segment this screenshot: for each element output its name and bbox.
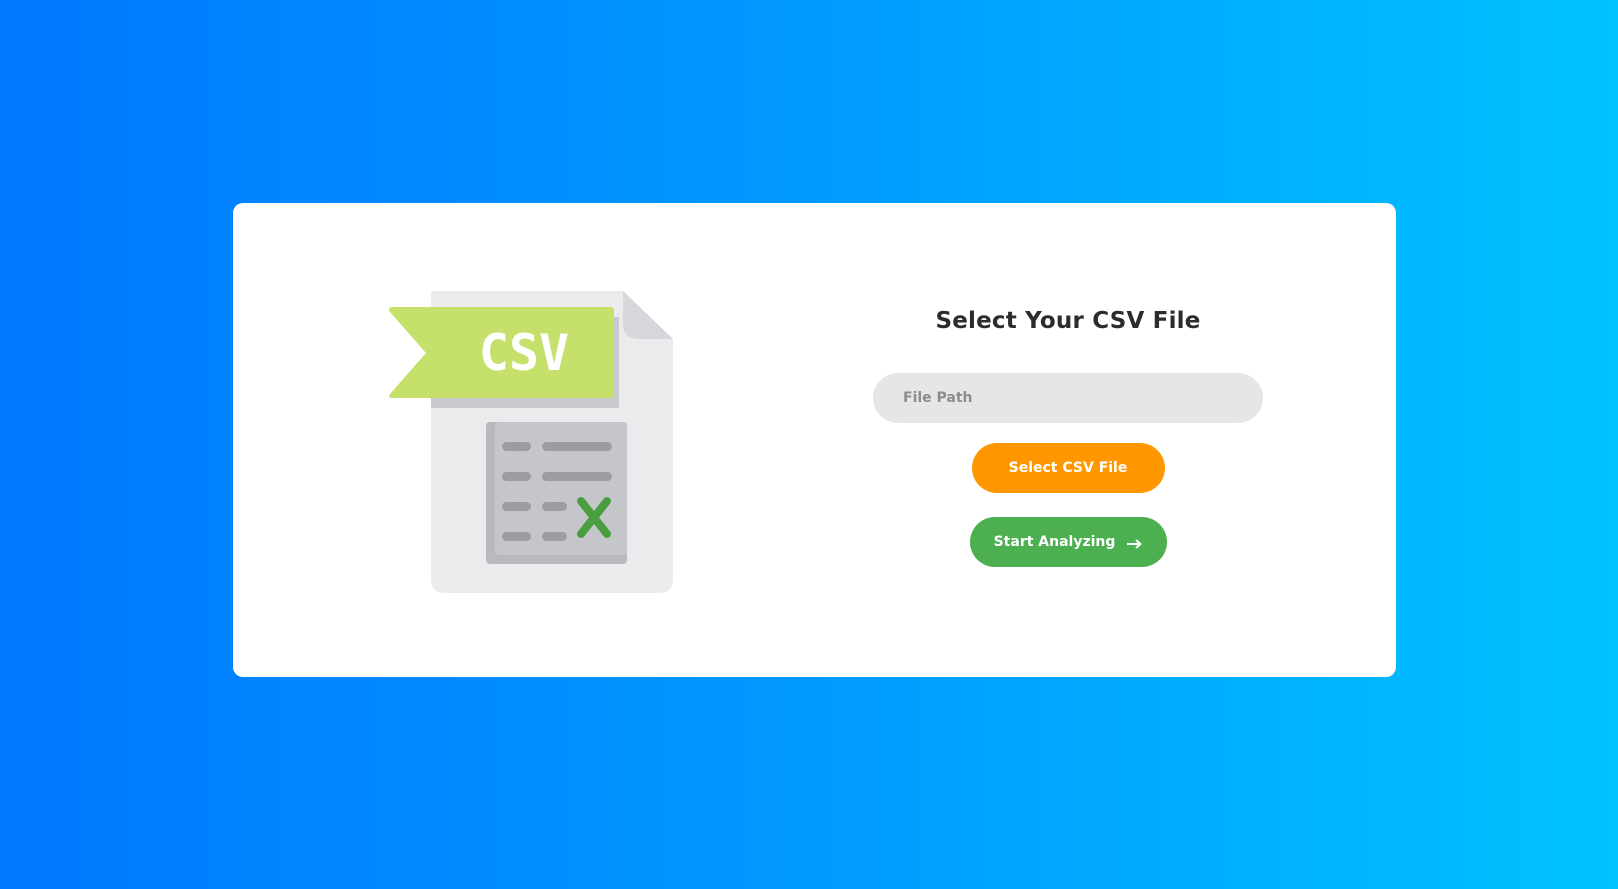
page-title: Select Your CSV File [935, 308, 1201, 334]
start-analyzing-button[interactable]: Start Analyzing [969, 517, 1167, 567]
start-analyzing-button-label: Start Analyzing [993, 534, 1116, 550]
select-csv-button[interactable]: Select CSV File [971, 443, 1165, 493]
file-select-form: Select Your CSV File Select CSV File Sta… [873, 303, 1263, 567]
csv-file-illustration: CSV [383, 291, 683, 593]
file-path-input[interactable] [873, 373, 1263, 423]
csv-file-icon: CSV [388, 291, 673, 593]
main-card: CSV Select Your CSV File File Path Selec… [233, 203, 1396, 677]
csv-label: CSV [479, 324, 569, 382]
select-csv-button-label: Select CSV File [1008, 460, 1128, 476]
arrow-right-icon [1127, 537, 1142, 549]
